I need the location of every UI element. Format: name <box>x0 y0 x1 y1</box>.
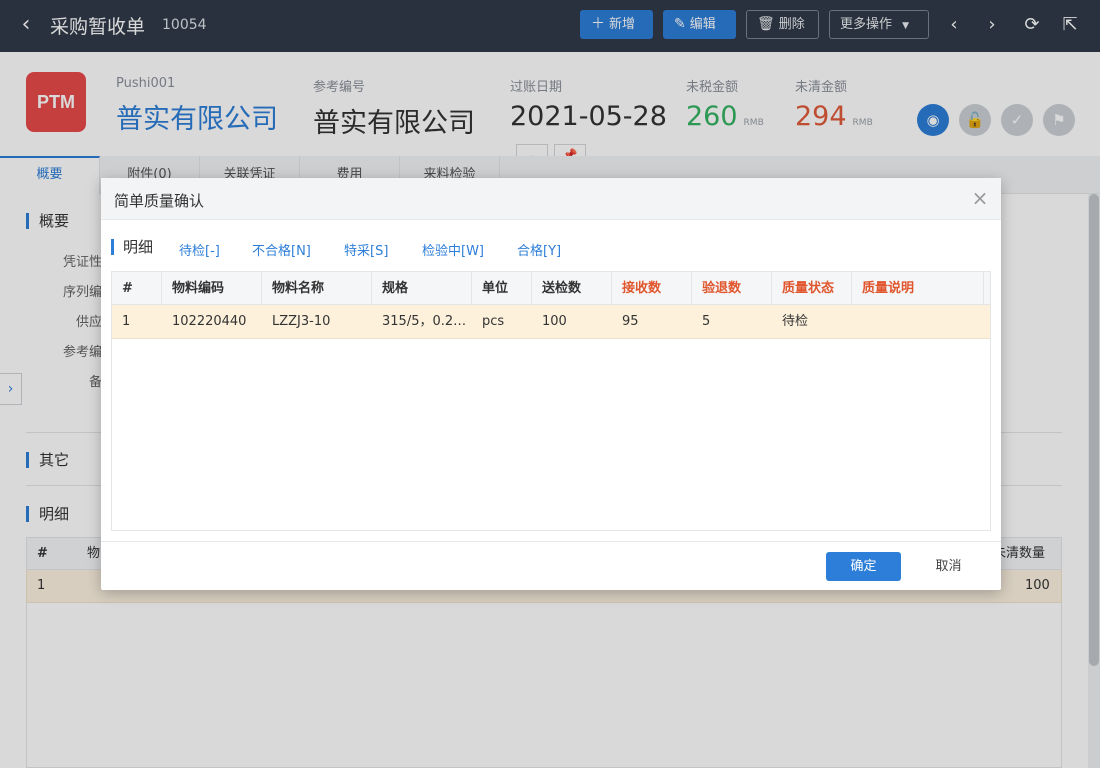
confirm-button[interactable]: 确定 <box>826 552 901 581</box>
col-accept-qty: 接收数 <box>612 272 692 304</box>
col-reject-qty: 验退数 <box>692 272 772 304</box>
cell-reject-qty[interactable]: 5 <box>692 305 772 338</box>
cell-accept-qty[interactable]: 95 <box>612 305 692 338</box>
cell-inspect-qty: 100 <box>542 314 567 329</box>
col-index: # <box>112 272 162 304</box>
table-row[interactable]: 1 102220440 LZZJ3-10 315/5，0.2… pcs 100 … <box>112 305 990 339</box>
cell-index: 1 <box>122 314 131 329</box>
cell-material-code: 102220440 <box>172 314 247 329</box>
dialog-section-title: 明细 <box>111 239 153 255</box>
col-quality-note: 质量说明 <box>852 272 984 304</box>
close-icon[interactable]: × <box>969 187 991 209</box>
col-material-name: 物料名称 <box>262 272 372 304</box>
cell-spec: 315/5，0.2… <box>382 314 467 329</box>
filter-qualified[interactable]: 合格[Y] <box>517 240 561 259</box>
grid-header: # 物料编码 物料名称 规格 单位 送检数 接收数 验退数 质量状态 质量说明 <box>112 272 990 305</box>
cell-unit: pcs <box>482 314 505 329</box>
dialog-title: 简单质量确认 <box>114 192 205 210</box>
dialog-header: 简单质量确认 × <box>101 178 1001 220</box>
quality-confirm-dialog: 简单质量确认 × 明细 待检[-] 不合格[N] 特采[S] 检验中[W] 合格… <box>101 178 1001 590</box>
cell-material-name: LZZJ3-10 <box>272 314 331 329</box>
col-inspect-qty: 送检数 <box>532 272 612 304</box>
col-material-code: 物料编码 <box>162 272 262 304</box>
cell-quality-note[interactable] <box>852 305 984 338</box>
filter-pending[interactable]: 待检[-] <box>179 240 220 259</box>
col-quality-status: 质量状态 <box>772 272 852 304</box>
dialog-toolbar: 明细 待检[-] 不合格[N] 特采[S] 检验中[W] 合格[Y] <box>111 236 991 260</box>
filter-unqualified[interactable]: 不合格[N] <box>252 240 311 259</box>
cell-quality-status[interactable]: 待检 <box>772 305 852 338</box>
quality-grid: # 物料编码 物料名称 规格 单位 送检数 接收数 验退数 质量状态 质量说明 … <box>111 271 991 531</box>
cancel-button[interactable]: 取消 <box>916 552 981 581</box>
col-spec: 规格 <box>372 272 472 304</box>
dialog-footer: 确定 取消 <box>101 541 1001 590</box>
filter-special-acceptance[interactable]: 特采[S] <box>344 240 388 259</box>
filter-inspecting[interactable]: 检验中[W] <box>422 240 484 259</box>
col-unit: 单位 <box>472 272 532 304</box>
